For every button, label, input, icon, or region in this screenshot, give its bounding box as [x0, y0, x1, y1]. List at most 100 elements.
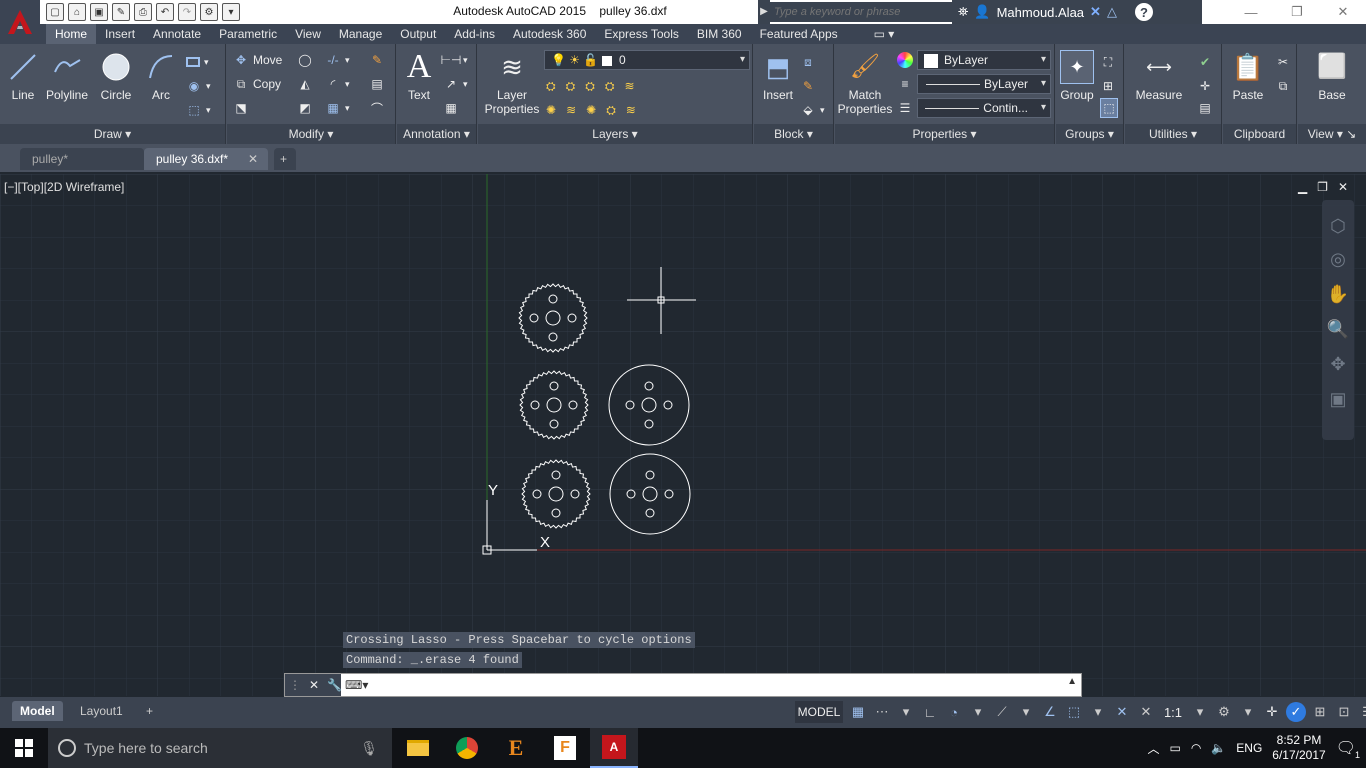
new-tab-button[interactable]: + — [274, 148, 296, 170]
viewport-controls-label[interactable]: [−][Top][2D Wireframe] — [4, 180, 124, 194]
hatch-button[interactable]: ◉ ▾ — [186, 76, 211, 96]
pan-icon[interactable]: ✋ — [1322, 284, 1354, 305]
layer-freeze-icon[interactable]: ⛭ — [585, 79, 595, 94]
lineweight-icon-button[interactable]: ≡ — [897, 74, 913, 94]
tab-express-tools[interactable]: Express Tools — [595, 24, 687, 44]
tab-insert[interactable]: Insert — [96, 24, 144, 44]
layer-on-icon[interactable]: ✺ — [546, 103, 556, 117]
trim-button[interactable]: -/- ▾ — [325, 50, 349, 70]
workspace-icon[interactable]: ⚙ — [200, 3, 218, 21]
copy-clip-button[interactable]: ⧉ — [1275, 76, 1291, 96]
steering-wheel-icon[interactable]: ◎ — [1322, 249, 1354, 270]
showmotion-icon[interactable]: ▣ — [1322, 389, 1354, 410]
boundary-button[interactable]: ⬚ ▾ — [186, 100, 210, 120]
battery-icon[interactable]: ▭ — [1170, 741, 1181, 755]
explode-button[interactable]: ▤ — [369, 74, 385, 94]
exchange-icon[interactable]: ✕ — [1090, 4, 1101, 20]
rotate-button[interactable]: ◯ — [297, 50, 313, 70]
binoculars-icon[interactable]: ⛯ — [958, 4, 968, 20]
close-icon[interactable]: ✕ — [1320, 0, 1366, 24]
color-wheel-button[interactable] — [897, 50, 913, 70]
qat-dropdown-icon[interactable]: ▾ — [222, 3, 240, 21]
e-app[interactable]: E — [492, 728, 540, 768]
clipboard-panel-title[interactable]: Clipboard — [1223, 124, 1296, 144]
viewport-restore-icon[interactable]: ❐ — [1317, 180, 1328, 194]
mirror-button[interactable]: ◭ — [297, 74, 313, 94]
help-search-input[interactable] — [774, 3, 950, 21]
layer-dropdown[interactable]: 💡 ☀ 🔓 0 — [544, 50, 750, 70]
object-snap-tracking-icon[interactable]: ∠ — [1040, 702, 1060, 722]
show-hidden-icons-icon[interactable]: ︿ — [1147, 740, 1159, 757]
taskbar-search[interactable]: Type here to search 🎙 — [48, 728, 392, 768]
modify-panel-title[interactable]: Modify ▾ — [227, 124, 395, 144]
drawing-area[interactable] — [0, 174, 1366, 696]
model-space-button[interactable]: MODEL — [795, 701, 843, 723]
chrome-app[interactable] — [443, 728, 491, 768]
quick-select-button[interactable]: ✔ — [1197, 52, 1213, 72]
group-edit-button[interactable]: ⊞ — [1100, 76, 1116, 96]
dimension-button[interactable]: ⊢⊣ ▾ — [441, 50, 468, 70]
model-layout-tab[interactable]: Model — [12, 701, 63, 721]
tab-parametric[interactable]: Parametric — [210, 24, 286, 44]
fillet-button[interactable]: ◜ ▾ — [325, 74, 350, 94]
grip-icon[interactable]: ⋮ — [289, 678, 301, 692]
rectangle-button[interactable]: ▾ — [186, 52, 209, 72]
polar-dropdown-icon[interactable]: ▾ — [968, 702, 988, 722]
group-select-button[interactable]: ⬚ — [1100, 98, 1118, 118]
clean-screen-icon[interactable]: ⊡ — [1334, 702, 1354, 722]
a360-icon[interactable]: △ — [1107, 4, 1117, 20]
layer-tools-row-1[interactable]: ⛭ ⛭ ⛭ ⛭ ≋ — [546, 76, 635, 96]
wifi-icon[interactable]: ◠ — [1191, 741, 1201, 755]
auto-scale-icon[interactable]: ✕ — [1136, 702, 1156, 722]
f-app[interactable]: F — [541, 728, 589, 768]
match-properties-button[interactable]: 🖌 Match Properties — [837, 50, 893, 117]
tab-featured-apps[interactable]: Featured Apps — [751, 24, 847, 44]
orbit-icon[interactable]: ✥ — [1322, 354, 1354, 375]
customize-icon[interactable]: 🔧 — [327, 678, 342, 692]
tab-annotate[interactable]: Annotate — [144, 24, 210, 44]
scale-button[interactable]: ◩ — [297, 98, 313, 118]
command-prompt-icon[interactable]: ⌨▾ — [341, 674, 371, 696]
zoom-icon[interactable]: 🔍 — [1322, 319, 1354, 340]
arc-button[interactable]: Arc — [142, 50, 180, 102]
application-menu-button[interactable] — [0, 0, 40, 44]
scale-dropdown-icon[interactable]: ▾ — [1190, 702, 1210, 722]
tab-autodesk-360[interactable]: Autodesk 360 — [504, 24, 595, 44]
properties-panel-title[interactable]: Properties ▾ — [835, 124, 1054, 144]
tab-manage[interactable]: Manage — [330, 24, 391, 44]
snap-icon[interactable]: ⋯ — [872, 702, 892, 722]
line-button[interactable]: Line — [6, 50, 40, 102]
new-file-icon[interactable]: ▢ — [46, 3, 64, 21]
edit-block-button[interactable]: ✎ — [800, 76, 816, 96]
erase-button[interactable]: ✎ — [369, 50, 385, 70]
stretch-button[interactable]: ⬔ — [233, 98, 249, 118]
doc-tab-pulley-36[interactable]: pulley 36.dxf* ✕ — [144, 148, 268, 170]
undo-icon[interactable]: ↶ — [156, 3, 174, 21]
polar-icon[interactable]: ◔ — [944, 702, 964, 722]
create-block-button[interactable]: ⧈ — [800, 52, 816, 72]
user-name[interactable]: Mahmoud.Alaa — [997, 5, 1084, 20]
base-button[interactable]: ⬜ Base — [1312, 50, 1352, 103]
annotation-visibility-icon[interactable]: ✕ — [1112, 702, 1132, 722]
close-command-icon[interactable]: ✕ — [309, 678, 319, 692]
tab-output[interactable]: Output — [391, 24, 445, 44]
file-explorer-app[interactable] — [394, 728, 442, 768]
annotation-panel-title[interactable]: Annotation ▾ — [397, 124, 476, 144]
layer-off-icon[interactable]: ⛭ — [546, 79, 556, 94]
open-file-icon[interactable]: ⌂ — [68, 3, 86, 21]
viewport-minimize-icon[interactable]: ▁ — [1298, 180, 1307, 194]
ungroup-button[interactable]: ⛶ — [1100, 52, 1116, 72]
autocad-taskbar-app[interactable]: A — [590, 728, 638, 768]
tab-add-ins[interactable]: Add-ins — [445, 24, 504, 44]
block-attributes-button[interactable]: ⬙ ▾ — [800, 100, 824, 120]
lineweight-dropdown[interactable]: ByLayer — [917, 74, 1051, 94]
tab-bim-360[interactable]: BIM 360 — [688, 24, 751, 44]
paste-button[interactable]: 📋 Paste — [1231, 50, 1265, 102]
isodraft-dropdown-icon[interactable]: ▾ — [1016, 702, 1036, 722]
maximize-icon[interactable]: ❐ — [1274, 0, 1320, 24]
table-button[interactable]: ▦ — [443, 98, 459, 118]
layer-isolate-icon[interactable]: ⛭ — [566, 79, 576, 94]
offset-button[interactable]: ⌒ — [369, 98, 385, 118]
layer-unlock-icon[interactable]: ⛭ — [606, 103, 616, 118]
view-panel-title[interactable]: View ▾ ↘ — [1298, 124, 1366, 144]
